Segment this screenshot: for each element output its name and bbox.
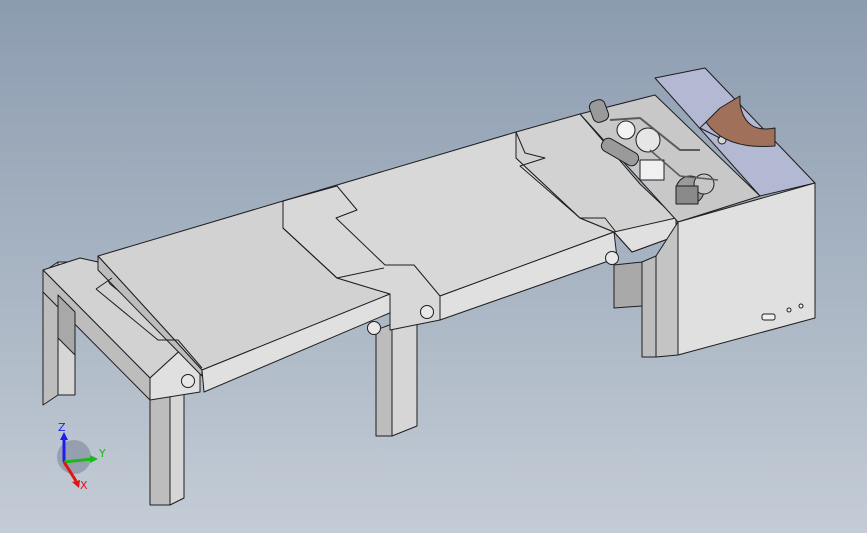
connector-port <box>761 313 776 321</box>
conveyor-model[interactable]: Z Y X <box>0 0 867 533</box>
leg-rear <box>613 255 657 358</box>
x-axis-label: X <box>80 479 88 492</box>
pivot-pin <box>420 305 434 319</box>
indicator-light <box>786 307 792 313</box>
axis-triad[interactable]: Z Y X <box>57 421 106 492</box>
pivot-pin <box>605 251 619 265</box>
leg-middle <box>375 314 418 437</box>
pivot-pin <box>367 321 381 335</box>
pivot-pin <box>181 374 195 388</box>
triad-disc <box>57 440 91 474</box>
y-axis-label: Y <box>98 447 106 460</box>
indicator-light <box>798 303 804 309</box>
cad-viewport[interactable]: Z Y X <box>0 0 867 533</box>
z-axis-label: Z <box>58 421 66 434</box>
